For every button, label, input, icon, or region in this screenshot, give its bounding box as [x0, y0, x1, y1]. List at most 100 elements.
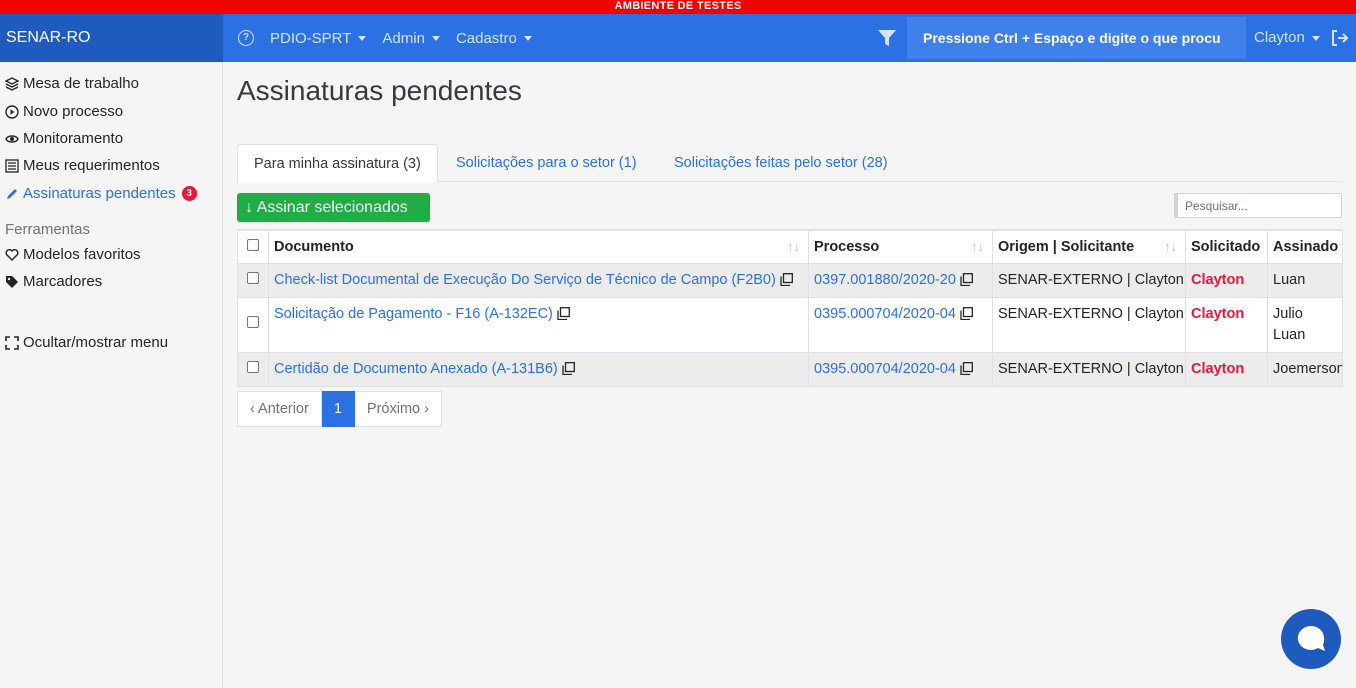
- test-environment-banner: AMBIENTE DE TESTES: [0, 0, 1356, 14]
- tab-bar: Para minha assinatura (3) Solicitações p…: [237, 144, 1342, 183]
- process-link[interactable]: 0397.001880/2020-20: [814, 272, 956, 288]
- copy-icon[interactable]: [960, 361, 973, 375]
- menu-cadastro[interactable]: Cadastro: [456, 30, 532, 47]
- tab-solicitacoes-para-o-setor[interactable]: Solicitações para o setor (1): [440, 144, 653, 182]
- sort-icon[interactable]: ↑↓: [971, 239, 984, 254]
- tab-solicitacoes-feitas-pelo-setor[interactable]: Solicitações feitas pelo setor (28): [658, 144, 904, 182]
- sign-selected-button[interactable]: ↓ Assinar selecionados: [237, 193, 430, 222]
- menu-label: PDIO-SPRT: [270, 29, 352, 47]
- help-icon[interactable]: ?: [238, 30, 254, 46]
- copy-icon[interactable]: [960, 272, 973, 286]
- pagination-page-button[interactable]: 1: [321, 391, 355, 427]
- column-label: Solicitado: [1191, 238, 1261, 255]
- sidebar-item-label: Modelos favoritos: [23, 246, 141, 263]
- column-header-origem-solicitante[interactable]: Origem | Solicitante ↑↓: [992, 229, 1186, 264]
- row-checkbox[interactable]: [247, 316, 259, 328]
- sidebar-item-label: Assinaturas pendentes: [23, 185, 176, 202]
- signer-name: Luan: [1273, 271, 1306, 288]
- column-label: Documento: [274, 238, 354, 255]
- sidebar-item-label: Mesa de trabalho: [23, 75, 139, 92]
- play-circle-icon: [5, 104, 19, 119]
- copy-icon[interactable]: [557, 306, 570, 320]
- top-navbar: SENAR-RO ? PDIO-SPRT Admin Cadastro Pres…: [0, 14, 1356, 62]
- global-search[interactable]: Pressione Ctrl + Espaço e digite o que p…: [907, 17, 1246, 59]
- processo-cell: 0395.000704/2020-04: [808, 351, 993, 387]
- copy-icon[interactable]: [780, 272, 793, 286]
- sidebar-item-modelos-favoritos[interactable]: Modelos favoritos: [5, 246, 141, 263]
- signer-name: Julio: [1273, 305, 1303, 322]
- assinado-cell: Joemerson: [1267, 351, 1343, 387]
- sidebar-item-mesa-de-trabalho[interactable]: Mesa de trabalho: [5, 75, 139, 92]
- table-search-input[interactable]: [1174, 193, 1342, 218]
- column-label: Assinado: [1273, 238, 1339, 255]
- row-select-cell: [237, 296, 269, 353]
- caret-down-icon: [431, 35, 440, 41]
- table-row: Check-list Documental de Execução Do Ser…: [237, 262, 1343, 298]
- tab-para-minha-assinatura[interactable]: Para minha assinatura (3): [237, 144, 438, 183]
- filter-icon[interactable]: [877, 28, 897, 48]
- list-icon: [5, 158, 19, 173]
- sidebar-item-label: Ocultar/mostrar menu: [23, 334, 169, 351]
- solicitado-cell: Clayton: [1185, 262, 1268, 298]
- origem-cell: SENAR-EXTERNO | Clayton: [992, 296, 1186, 353]
- pagination-prev-button[interactable]: ‹ Anterior: [237, 391, 322, 427]
- sidebar-toggle-menu[interactable]: Ocultar/mostrar menu: [5, 334, 168, 351]
- menu-pdio-sprt[interactable]: PDIO-SPRT: [270, 29, 367, 47]
- eye-icon: [5, 134, 19, 143]
- sort-icon[interactable]: ↑↓: [1164, 239, 1177, 254]
- column-header-documento[interactable]: Documento ↑↓: [268, 229, 809, 264]
- caret-down-icon: [1311, 35, 1320, 41]
- copy-icon[interactable]: [562, 361, 575, 375]
- document-link[interactable]: Solicitação de Pagamento - F16 (A-132EC): [274, 306, 553, 322]
- sidebar-item-novo-processo[interactable]: Novo processo: [5, 103, 123, 120]
- solicitado-cell: Clayton: [1185, 296, 1268, 353]
- sidebar-item-assinaturas-pendentes[interactable]: Assinaturas pendentes 3: [5, 185, 197, 202]
- column-label: Origem | Solicitante: [998, 238, 1135, 255]
- document-link[interactable]: Check-list Documental de Execução Do Ser…: [274, 272, 776, 288]
- row-select-cell: [237, 262, 269, 298]
- row-checkbox[interactable]: [247, 360, 259, 373]
- heart-icon: [5, 248, 19, 261]
- pending-count-badge: 3: [181, 186, 197, 201]
- chat-widget-button[interactable]: [1281, 609, 1341, 669]
- page-title: Assinaturas pendentes: [237, 75, 522, 106]
- documento-cell: Solicitação de Pagamento - F16 (A-132EC): [268, 296, 809, 353]
- layers-icon: [5, 76, 19, 91]
- signer-name: Joemerson: [1273, 360, 1343, 377]
- user-menu[interactable]: Clayton: [1254, 14, 1320, 62]
- document-link[interactable]: Certidão de Documento Anexado (A-131B6): [274, 361, 558, 377]
- processo-cell: 0397.001880/2020-20: [808, 262, 993, 298]
- sidebar-item-label: Marcadores: [23, 273, 103, 290]
- tags-icon: [6, 275, 18, 288]
- chat-bubble-icon: [1297, 625, 1325, 651]
- row-select-cell: [237, 351, 269, 387]
- select-all-checkbox[interactable]: [247, 238, 259, 251]
- menu-admin[interactable]: Admin: [382, 30, 440, 47]
- main-content: Assinaturas pendentes Para minha assinat…: [223, 62, 1356, 688]
- column-header-solicitado[interactable]: Solicitado: [1185, 229, 1268, 264]
- user-name: Clayton: [1254, 29, 1305, 46]
- sidebar-item-label: Novo processo: [23, 103, 124, 120]
- column-header-assinado[interactable]: Assinado: [1267, 229, 1343, 264]
- documento-cell: Certidão de Documento Anexado (A-131B6): [268, 351, 809, 387]
- brand-logo[interactable]: SENAR-RO: [0, 14, 223, 62]
- pagination-next-button[interactable]: Próximo ›: [354, 391, 442, 427]
- sidebar-item-meus-requerimentos[interactable]: Meus requerimentos: [5, 157, 160, 174]
- process-link[interactable]: 0395.000704/2020-04: [814, 306, 956, 322]
- sidebar-item-label: Monitoramento: [23, 130, 124, 147]
- row-checkbox[interactable]: [247, 271, 259, 284]
- signer-name: Luan: [1273, 326, 1306, 343]
- requester-name: Clayton: [1191, 360, 1245, 377]
- sort-icon[interactable]: ↑↓: [787, 239, 800, 254]
- pagination: ‹ Anterior 1 Próximo ›: [237, 391, 442, 427]
- logout-icon[interactable]: [1331, 30, 1349, 46]
- copy-icon[interactable]: [960, 306, 973, 320]
- table-row: Solicitação de Pagamento - F16 (A-132EC)…: [237, 296, 1343, 353]
- sidebar-item-monitoramento[interactable]: Monitoramento: [5, 130, 123, 147]
- sidebar-item-marcadores[interactable]: Marcadores: [5, 273, 102, 290]
- origem-cell: SENAR-EXTERNO | Clayton: [992, 262, 1186, 298]
- column-header-processo[interactable]: Processo ↑↓: [808, 229, 993, 264]
- pending-signatures-table: Documento ↑↓ Processo ↑↓ Origem | Solicita…: [237, 229, 1343, 387]
- processo-cell: 0395.000704/2020-04: [808, 296, 993, 353]
- process-link[interactable]: 0395.000704/2020-04: [814, 361, 956, 377]
